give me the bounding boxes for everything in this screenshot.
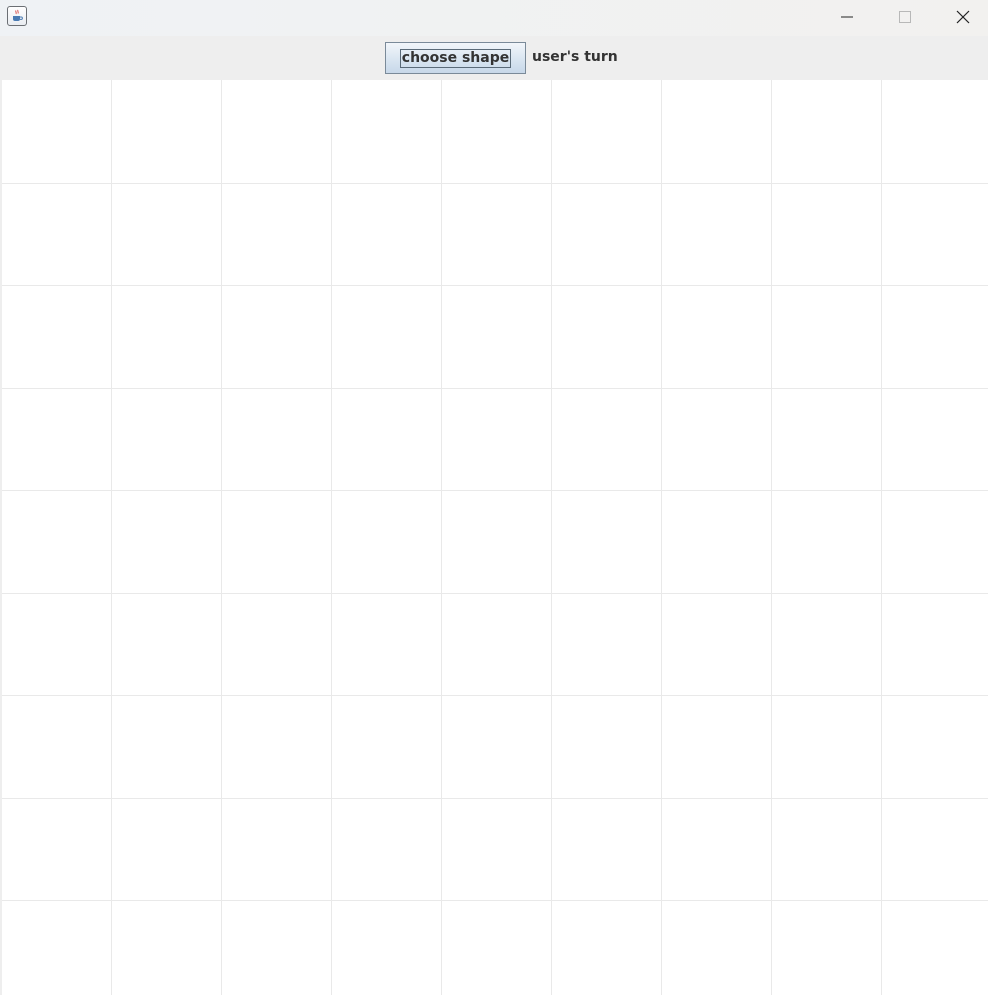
- close-button[interactable]: [934, 0, 988, 34]
- minimize-button[interactable]: [818, 0, 876, 34]
- minimize-icon: [841, 16, 853, 18]
- grid-row-line: [2, 695, 988, 696]
- grid-column-line: [221, 80, 222, 995]
- grid-column-line: [771, 80, 772, 995]
- close-icon: [956, 10, 970, 24]
- title-bar[interactable]: [0, 0, 988, 36]
- choose-shape-label: choose shape: [399, 48, 512, 68]
- grid-row-line: [2, 183, 988, 184]
- choose-shape-button[interactable]: choose shape: [385, 42, 526, 74]
- grid-column-line: [551, 80, 552, 995]
- grid-row-line: [2, 285, 988, 286]
- grid-row-line: [2, 490, 988, 491]
- grid-row-line: [2, 388, 988, 389]
- turn-status-label: user's turn: [532, 49, 618, 65]
- java-cup-icon[interactable]: [7, 6, 27, 26]
- grid-column-line: [331, 80, 332, 995]
- grid-row-line: [2, 798, 988, 799]
- toolbar: choose shape user's turn: [0, 36, 988, 80]
- grid-row-line: [2, 593, 988, 594]
- maximize-button[interactable]: [876, 0, 934, 34]
- grid-column-line: [661, 80, 662, 995]
- grid-column-line: [441, 80, 442, 995]
- grid-column-line: [881, 80, 882, 995]
- grid-row-line: [2, 900, 988, 901]
- maximize-icon: [899, 11, 911, 23]
- grid-column-line: [111, 80, 112, 995]
- game-board[interactable]: [2, 80, 988, 995]
- game-window: choose shape user's turn: [0, 0, 988, 995]
